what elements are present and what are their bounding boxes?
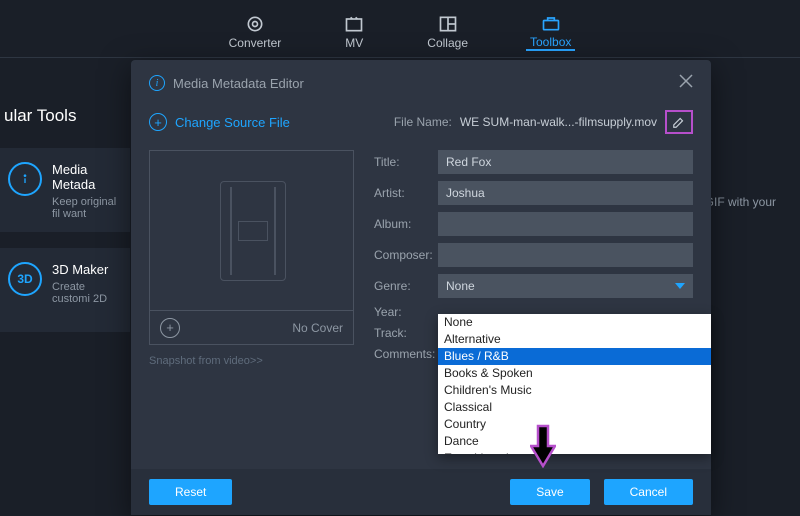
toolbox-icon [540, 13, 562, 33]
genre-option[interactable]: Blues / R&B [438, 348, 711, 365]
composer-label: Composer: [374, 248, 438, 262]
mv-icon [343, 14, 365, 34]
comments-label: Comments: [374, 347, 438, 361]
genre-option[interactable]: Country [438, 416, 711, 433]
genre-option[interactable]: Easy Listening [438, 450, 711, 454]
plus-icon: + [149, 113, 167, 131]
nav-label: Converter [229, 36, 282, 50]
top-nav: Converter MV Collage Toolbox [0, 0, 800, 58]
genre-option[interactable]: Alternative [438, 331, 711, 348]
annotation-arrow-icon [530, 424, 556, 468]
genre-option[interactable]: None [438, 314, 711, 331]
cover-column: + No Cover Snapshot from video>> [149, 150, 354, 368]
nav-item-toolbox[interactable]: Toolbox [526, 7, 575, 51]
tool-card-3d-maker[interactable]: 3D 3D Maker Create customi 2D [0, 248, 130, 332]
nav-label: MV [345, 36, 363, 50]
cancel-button[interactable]: Cancel [604, 479, 693, 505]
filename-row: File Name: WE SUM-man-walk...-filmsupply… [394, 110, 693, 134]
change-source-button[interactable]: + Change Source File [149, 113, 290, 131]
modal-topbar: + Change Source File File Name: WE SUM-m… [131, 100, 711, 150]
title-input[interactable] [438, 150, 693, 174]
genre-option[interactable]: Dance [438, 433, 711, 450]
add-cover-button[interactable]: + [160, 318, 180, 338]
save-button[interactable]: Save [510, 479, 589, 505]
modal-header: i Media Metadata Editor [131, 60, 711, 100]
snapshot-from-video-link[interactable]: Snapshot from video>> [149, 355, 354, 367]
chevron-down-icon [675, 283, 685, 289]
popular-tools-section: ular Tools Media Metada Keep original fi… [0, 106, 130, 348]
collage-icon [437, 14, 459, 34]
reset-button[interactable]: Reset [149, 479, 232, 505]
tool-card-media-metadata[interactable]: Media Metada Keep original fil want [0, 148, 130, 232]
album-label: Album: [374, 217, 438, 231]
album-input[interactable] [438, 212, 693, 236]
nav-label: Collage [427, 36, 468, 50]
nav-item-mv[interactable]: MV [339, 8, 369, 50]
genre-value: None [446, 279, 475, 293]
nav-item-collage[interactable]: Collage [423, 8, 472, 50]
genre-dropdown[interactable]: NoneAlternativeBlues / R&BBooks & Spoken… [438, 314, 711, 454]
no-cover-text: No Cover [292, 321, 343, 335]
tool-card-desc: Create customi 2D [52, 281, 120, 305]
artist-input[interactable] [438, 181, 693, 205]
info-icon: i [149, 75, 165, 91]
genre-option[interactable]: Classical [438, 399, 711, 416]
3d-icon: 3D [8, 262, 42, 296]
modal-body: + No Cover Snapshot from video>> Title: … [131, 150, 711, 368]
film-placeholder-icon [208, 181, 298, 281]
converter-icon [244, 14, 266, 34]
popular-tools-heading: ular Tools [4, 106, 130, 126]
close-icon[interactable] [679, 74, 693, 92]
composer-input[interactable] [438, 243, 693, 267]
tool-card-title: Media Metada [52, 162, 120, 192]
track-label: Track: [374, 326, 438, 340]
metadata-form: Title: Artist: Album: Composer: Genre: N… [374, 150, 693, 368]
metadata-editor-modal: i Media Metadata Editor + Change Source … [131, 60, 711, 515]
modal-title: Media Metadata Editor [173, 76, 304, 91]
info-icon [8, 162, 42, 196]
modal-footer: Reset Save Cancel [131, 469, 711, 515]
nav-item-converter[interactable]: Converter [225, 8, 286, 50]
genre-option[interactable]: Children's Music [438, 382, 711, 399]
title-label: Title: [374, 155, 438, 169]
genre-select[interactable]: None [438, 274, 693, 298]
cover-preview: + No Cover [149, 150, 354, 345]
genre-label: Genre: [374, 279, 438, 293]
filename-label: File Name: [394, 115, 452, 129]
artist-label: Artist: [374, 186, 438, 200]
year-label: Year: [374, 305, 438, 319]
filename-value: WE SUM-man-walk...-filmsupply.mov [460, 115, 657, 129]
tool-card-desc: Keep original fil want [52, 196, 120, 220]
change-source-label: Change Source File [175, 115, 290, 130]
edit-filename-button[interactable] [665, 110, 693, 134]
tool-card-title: 3D Maker [52, 262, 120, 277]
genre-option[interactable]: Books & Spoken [438, 365, 711, 382]
nav-label: Toolbox [530, 35, 571, 49]
